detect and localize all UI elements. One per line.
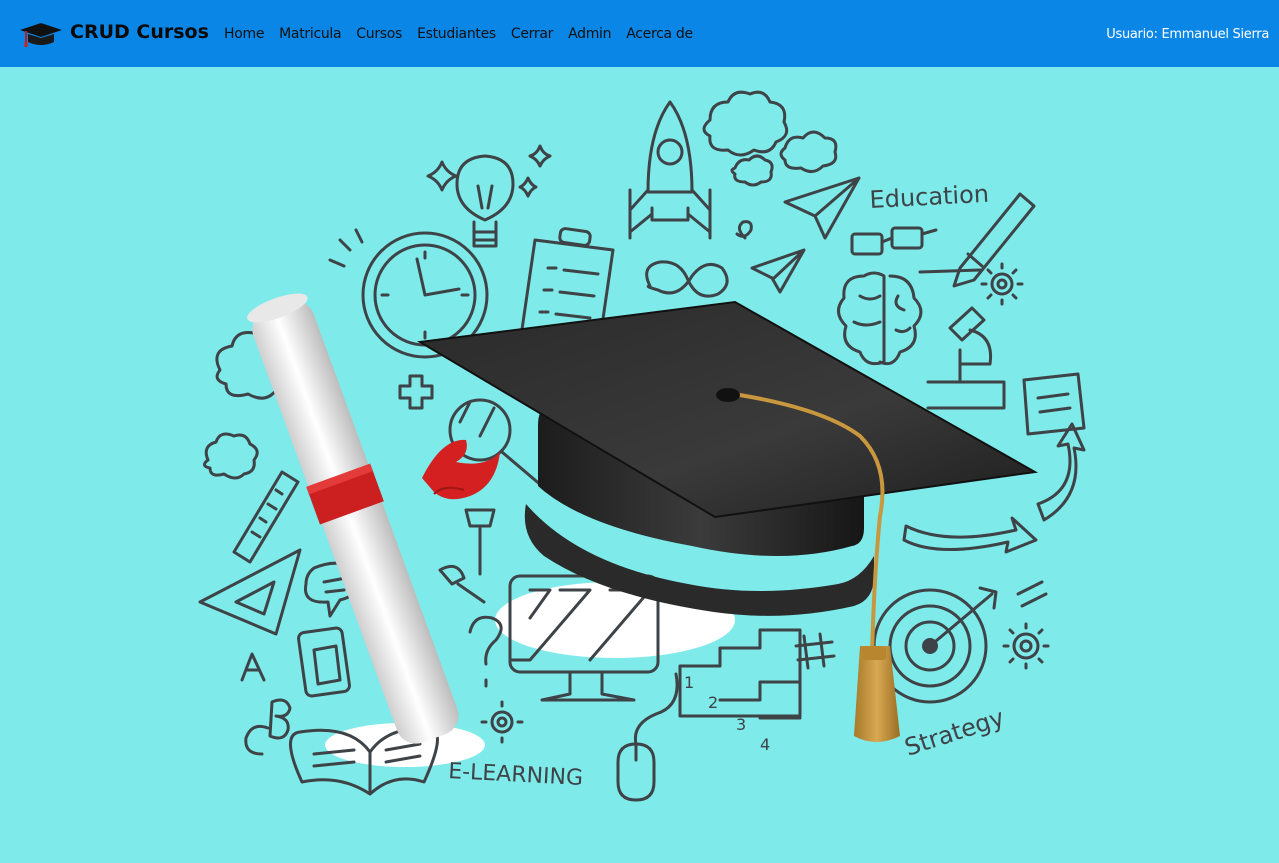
glasses-icon	[850, 226, 938, 256]
lightbulb-icon	[455, 154, 515, 248]
svg-text:1: 1	[684, 673, 694, 692]
stairs-icon: 1 2 3 4	[678, 628, 802, 754]
svg-text:3: 3	[736, 715, 746, 734]
education-hero-illustration: Education 1 2 3 4 E-LEARNING Strategy	[198, 90, 1086, 802]
pushpin-icon	[438, 508, 496, 604]
current-user-label: Usuario: Emmanuel Sierra	[1106, 27, 1269, 42]
top-navbar: CRUD Cursos Home Matricula Cursos Estudi…	[0, 0, 1279, 67]
paper-plane-icon	[735, 176, 861, 294]
education-word: Education	[869, 180, 990, 214]
infinity-icon	[645, 260, 729, 298]
nav-link-cerrar[interactable]: Cerrar	[511, 26, 554, 42]
svg-text:4: 4	[760, 735, 770, 754]
abc-letters-icon	[240, 652, 292, 756]
nav-link-home[interactable]: Home	[224, 26, 264, 42]
graduation-cap-icon	[416, 300, 1039, 742]
mobile-phone-icon	[297, 626, 351, 698]
gear-icon	[980, 262, 1024, 306]
sticky-note-icon	[1022, 372, 1086, 436]
brand-title[interactable]: CRUD Cursos	[70, 21, 209, 43]
svg-text:2: 2	[708, 693, 718, 712]
hashtag-icon	[794, 632, 836, 670]
computer-mouse-icon	[616, 672, 679, 802]
brain-icon	[837, 271, 923, 366]
rocket-icon	[628, 100, 712, 240]
cloud-icon	[702, 90, 838, 187]
elearning-word: E-LEARNING	[448, 759, 584, 791]
strategy-word: Strategy	[901, 703, 1007, 761]
nav-link-cursos[interactable]: Cursos	[356, 26, 402, 42]
graduation-cap-logo-icon[interactable]	[18, 21, 64, 49]
nav-link-estudiantes[interactable]: Estudiantes	[417, 26, 496, 42]
sparkle-icon	[426, 144, 552, 198]
nav-link-admin[interactable]: Admin	[568, 26, 611, 42]
microscope-icon	[926, 306, 1006, 410]
small-gear-icon	[480, 700, 524, 744]
question-mark-icon	[468, 615, 503, 688]
nav-link-acerca-de[interactable]: Acerca de	[626, 26, 693, 42]
nav-link-matricula[interactable]: Matricula	[279, 26, 341, 42]
plus-icon	[398, 374, 434, 410]
nav-menu: Home Matricula Cursos Estudiantes Cerrar…	[224, 26, 708, 42]
ruler-icon	[232, 470, 300, 564]
gear-right-icon	[1002, 580, 1050, 670]
